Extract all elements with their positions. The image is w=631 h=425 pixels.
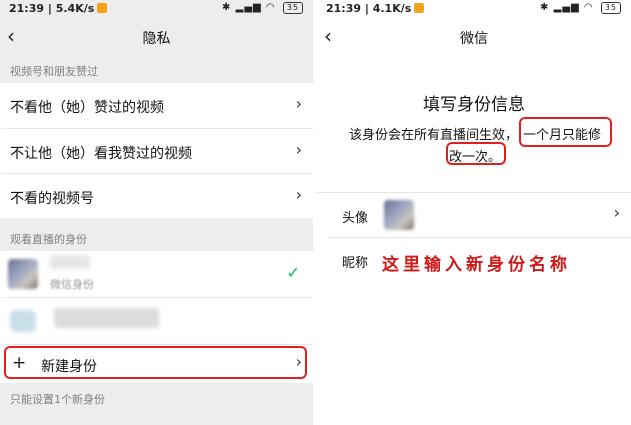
- row-label: 不看的视频号: [10, 191, 94, 207]
- row-hidden-channels[interactable]: 不看的视频号 ›: [0, 174, 313, 218]
- checkmark-icon: ✓: [286, 263, 300, 282]
- row-label: 不让他（她）看我赞过的视频: [10, 146, 192, 162]
- page-title: 微信: [460, 31, 488, 47]
- app-notification-icon: [414, 3, 425, 13]
- signal-icon: ▂▄▆: [235, 2, 262, 13]
- identity-item-wechat[interactable]: 微信身份 ✓: [0, 251, 313, 297]
- status-time: 21:39 | 5.4K/s: [9, 2, 108, 15]
- page-title: 隐私: [142, 31, 171, 47]
- signal-icon: ▂▄▆: [553, 2, 580, 13]
- avatar: [10, 310, 36, 332]
- status-icons: ✱ ▂▄▆ ◠ 35: [222, 2, 303, 14]
- row-hide-their-likes[interactable]: 不看他（她）赞过的视频 ›: [0, 83, 313, 128]
- nav-bar: ‹ 微信: [317, 18, 631, 54]
- avatar: [8, 259, 38, 289]
- wifi-icon: ◠: [265, 2, 276, 13]
- avatar-row[interactable]: 头像 ›: [317, 193, 631, 237]
- status-bar: 21:39 | 5.4K/s ✱ ▂▄▆ ◠ 35: [0, 0, 313, 18]
- form-heading: 填写身份信息: [423, 95, 525, 115]
- wifi-icon: ◠: [583, 2, 594, 13]
- annotation-text: 这里输入新身份名称: [382, 255, 571, 275]
- identity-caption: 微信身份: [50, 278, 94, 291]
- nickname-label: 昵称: [342, 256, 369, 271]
- highlight-box: [519, 117, 612, 147]
- highlight-box: [446, 142, 506, 165]
- avatar: [384, 200, 414, 230]
- status-bar: 21:39 | 4.1K/s ✱ ▂▄▆ ◠ 35: [317, 0, 631, 18]
- chevron-right-icon: ›: [295, 185, 302, 204]
- highlight-box: [4, 346, 307, 379]
- footer-note: 只能设置1个新身份: [10, 393, 105, 406]
- identity-item-blurred[interactable]: [0, 298, 313, 344]
- status-icons: ✱ ▂▄▆ ◠ 35: [540, 2, 621, 14]
- battery-icon: 35: [282, 2, 303, 14]
- bluetooth-icon: ✱: [222, 2, 232, 13]
- status-time: 21:39 | 4.1K/s: [326, 2, 425, 15]
- battery-icon: 35: [600, 2, 621, 14]
- chevron-right-icon: ›: [295, 94, 302, 113]
- nav-bar: ‹ 隐私: [0, 18, 313, 54]
- section-label-channels: 视频号和朋友赞过: [10, 65, 98, 78]
- row-label: 不看他（她）赞过的视频: [10, 100, 164, 116]
- chevron-right-icon: ›: [295, 140, 302, 159]
- section-label-live-identity: 观看直播的身份: [10, 233, 87, 246]
- bluetooth-icon: ✱: [540, 2, 550, 13]
- description-text: 该身份会在所有直播间生效，: [349, 128, 519, 143]
- chevron-right-icon: ›: [613, 203, 620, 222]
- row-hide-my-likes[interactable]: 不让他（她）看我赞过的视频 ›: [0, 129, 313, 173]
- blurred-name: [50, 255, 90, 269]
- privacy-screen: 21:39 | 5.4K/s ✱ ▂▄▆ ◠ 35 ‹ 隐私 视频号和朋友赞过 …: [0, 0, 313, 425]
- app-notification-icon: [97, 3, 108, 13]
- avatar-label: 头像: [342, 211, 369, 226]
- blurred-name: [54, 308, 159, 328]
- identity-form-screen: 21:39 | 4.1K/s ✱ ▂▄▆ ◠ 35 ‹ 微信 填写身份信息 该身…: [317, 0, 631, 425]
